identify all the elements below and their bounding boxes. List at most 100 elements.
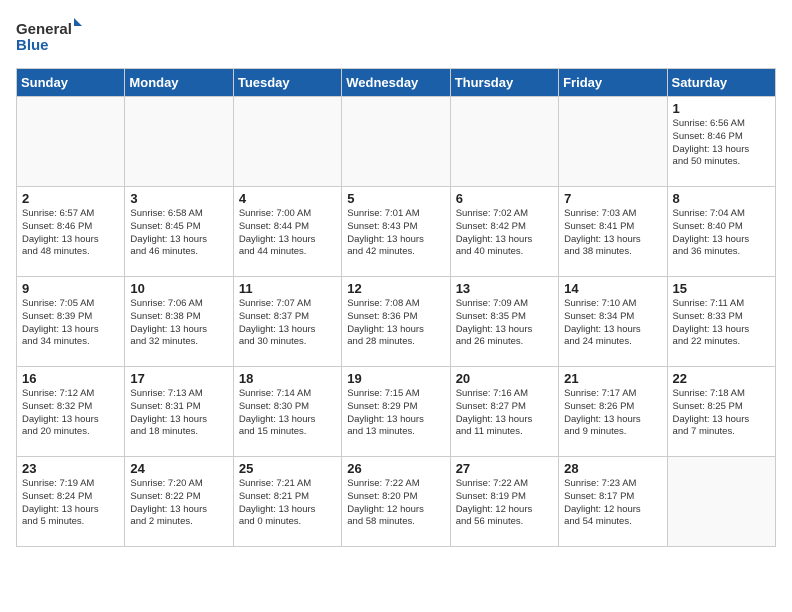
calendar-table: SundayMondayTuesdayWednesdayThursdayFrid… xyxy=(16,68,776,547)
cell-info: Sunrise: 6:58 AM Sunset: 8:45 PM Dayligh… xyxy=(130,208,227,259)
calendar-cell: 13 Sunrise: 7:09 AM Sunset: 8:35 PM Dayli… xyxy=(450,277,558,367)
day-number: 18 xyxy=(239,371,336,386)
calendar-cell: 20 Sunrise: 7:16 AM Sunset: 8:27 PM Dayli… xyxy=(450,367,558,457)
col-header-monday: Monday xyxy=(125,69,233,97)
calendar-cell xyxy=(450,97,558,187)
cell-info: Sunrise: 7:15 AM Sunset: 8:29 PM Dayligh… xyxy=(347,388,444,439)
cell-info: Sunrise: 7:20 AM Sunset: 8:22 PM Dayligh… xyxy=(130,478,227,529)
cell-info: Sunrise: 7:17 AM Sunset: 8:26 PM Dayligh… xyxy=(564,388,661,439)
day-number: 8 xyxy=(673,191,770,206)
col-header-saturday: Saturday xyxy=(667,69,775,97)
day-number: 25 xyxy=(239,461,336,476)
col-header-tuesday: Tuesday xyxy=(233,69,341,97)
cell-info: Sunrise: 7:03 AM Sunset: 8:41 PM Dayligh… xyxy=(564,208,661,259)
calendar-cell: 22 Sunrise: 7:18 AM Sunset: 8:25 PM Dayli… xyxy=(667,367,775,457)
calendar-cell: 7 Sunrise: 7:03 AM Sunset: 8:41 PM Daylig… xyxy=(559,187,667,277)
calendar-cell: 11Sunrise: 7:07 AM Sunset: 8:37 PM Dayli… xyxy=(233,277,341,367)
col-header-wednesday: Wednesday xyxy=(342,69,450,97)
cell-info: Sunrise: 7:18 AM Sunset: 8:25 PM Dayligh… xyxy=(673,388,770,439)
day-number: 23 xyxy=(22,461,119,476)
calendar-cell: 9 Sunrise: 7:05 AM Sunset: 8:39 PM Daylig… xyxy=(17,277,125,367)
calendar-cell: 18 Sunrise: 7:14 AM Sunset: 8:30 PM Dayli… xyxy=(233,367,341,457)
day-number: 4 xyxy=(239,191,336,206)
day-number: 2 xyxy=(22,191,119,206)
day-number: 13 xyxy=(456,281,553,296)
calendar-cell: 25 Sunrise: 7:21 AM Sunset: 8:21 PM Dayli… xyxy=(233,457,341,547)
calendar-cell: 10 Sunrise: 7:06 AM Sunset: 8:38 PM Dayli… xyxy=(125,277,233,367)
calendar-cell xyxy=(342,97,450,187)
cell-info: Sunrise: 7:11 AM Sunset: 8:33 PM Dayligh… xyxy=(673,298,770,349)
calendar-cell: 12 Sunrise: 7:08 AM Sunset: 8:36 PM Dayli… xyxy=(342,277,450,367)
calendar-cell xyxy=(559,97,667,187)
day-number: 3 xyxy=(130,191,227,206)
week-row-2: 2 Sunrise: 6:57 AM Sunset: 8:46 PM Daylig… xyxy=(17,187,776,277)
day-number: 26 xyxy=(347,461,444,476)
cell-info: Sunrise: 7:19 AM Sunset: 8:24 PM Dayligh… xyxy=(22,478,119,529)
calendar-cell: 5Sunrise: 7:01 AM Sunset: 8:43 PM Daylig… xyxy=(342,187,450,277)
calendar-cell xyxy=(233,97,341,187)
calendar-cell: 23 Sunrise: 7:19 AM Sunset: 8:24 PM Dayli… xyxy=(17,457,125,547)
calendar-cell: 24 Sunrise: 7:20 AM Sunset: 8:22 PM Dayli… xyxy=(125,457,233,547)
cell-info: Sunrise: 7:21 AM Sunset: 8:21 PM Dayligh… xyxy=(239,478,336,529)
col-header-sunday: Sunday xyxy=(17,69,125,97)
calendar-cell: 2 Sunrise: 6:57 AM Sunset: 8:46 PM Daylig… xyxy=(17,187,125,277)
calendar-cell xyxy=(17,97,125,187)
cell-info: Sunrise: 7:09 AM Sunset: 8:35 PM Dayligh… xyxy=(456,298,553,349)
day-number: 27 xyxy=(456,461,553,476)
day-number: 20 xyxy=(456,371,553,386)
day-number: 1 xyxy=(673,101,770,116)
calendar-cell: 8 Sunrise: 7:04 AM Sunset: 8:40 PM Daylig… xyxy=(667,187,775,277)
cell-info: Sunrise: 7:04 AM Sunset: 8:40 PM Dayligh… xyxy=(673,208,770,259)
logo-svg: General Blue xyxy=(16,16,86,60)
calendar-header-row: SundayMondayTuesdayWednesdayThursdayFrid… xyxy=(17,69,776,97)
calendar-cell: 17Sunrise: 7:13 AM Sunset: 8:31 PM Dayli… xyxy=(125,367,233,457)
logo: General Blue xyxy=(16,16,86,60)
cell-info: Sunrise: 7:12 AM Sunset: 8:32 PM Dayligh… xyxy=(22,388,119,439)
day-number: 24 xyxy=(130,461,227,476)
cell-info: Sunrise: 7:08 AM Sunset: 8:36 PM Dayligh… xyxy=(347,298,444,349)
calendar-cell: 15 Sunrise: 7:11 AM Sunset: 8:33 PM Dayli… xyxy=(667,277,775,367)
cell-info: Sunrise: 7:13 AM Sunset: 8:31 PM Dayligh… xyxy=(130,388,227,439)
week-row-5: 23 Sunrise: 7:19 AM Sunset: 8:24 PM Dayli… xyxy=(17,457,776,547)
day-number: 19 xyxy=(347,371,444,386)
calendar-cell: 28 Sunrise: 7:23 AM Sunset: 8:17 PM Dayli… xyxy=(559,457,667,547)
day-number: 15 xyxy=(673,281,770,296)
cell-info: Sunrise: 6:56 AM Sunset: 8:46 PM Dayligh… xyxy=(673,118,770,169)
calendar-cell xyxy=(125,97,233,187)
svg-text:Blue: Blue xyxy=(16,37,49,54)
day-number: 12 xyxy=(347,281,444,296)
day-number: 21 xyxy=(564,371,661,386)
cell-info: Sunrise: 7:22 AM Sunset: 8:19 PM Dayligh… xyxy=(456,478,553,529)
calendar-cell: 1 Sunrise: 6:56 AM Sunset: 8:46 PM Daylig… xyxy=(667,97,775,187)
cell-info: Sunrise: 7:14 AM Sunset: 8:30 PM Dayligh… xyxy=(239,388,336,439)
col-header-thursday: Thursday xyxy=(450,69,558,97)
cell-info: Sunrise: 7:00 AM Sunset: 8:44 PM Dayligh… xyxy=(239,208,336,259)
week-row-4: 16 Sunrise: 7:12 AM Sunset: 8:32 PM Dayli… xyxy=(17,367,776,457)
calendar-cell: 14 Sunrise: 7:10 AM Sunset: 8:34 PM Dayli… xyxy=(559,277,667,367)
cell-info: Sunrise: 7:06 AM Sunset: 8:38 PM Dayligh… xyxy=(130,298,227,349)
day-number: 10 xyxy=(130,281,227,296)
day-number: 28 xyxy=(564,461,661,476)
day-number: 9 xyxy=(22,281,119,296)
cell-info: Sunrise: 6:57 AM Sunset: 8:46 PM Dayligh… xyxy=(22,208,119,259)
calendar-cell: 4 Sunrise: 7:00 AM Sunset: 8:44 PM Daylig… xyxy=(233,187,341,277)
day-number: 7 xyxy=(564,191,661,206)
day-number: 14 xyxy=(564,281,661,296)
cell-info: Sunrise: 7:05 AM Sunset: 8:39 PM Dayligh… xyxy=(22,298,119,349)
calendar-cell: 6Sunrise: 7:02 AM Sunset: 8:42 PM Daylig… xyxy=(450,187,558,277)
cell-info: Sunrise: 7:16 AM Sunset: 8:27 PM Dayligh… xyxy=(456,388,553,439)
calendar-cell: 3 Sunrise: 6:58 AM Sunset: 8:45 PM Daylig… xyxy=(125,187,233,277)
calendar-cell: 21 Sunrise: 7:17 AM Sunset: 8:26 PM Dayli… xyxy=(559,367,667,457)
calendar-cell: 19 Sunrise: 7:15 AM Sunset: 8:29 PM Dayli… xyxy=(342,367,450,457)
cell-info: Sunrise: 7:10 AM Sunset: 8:34 PM Dayligh… xyxy=(564,298,661,349)
day-number: 22 xyxy=(673,371,770,386)
cell-info: Sunrise: 7:01 AM Sunset: 8:43 PM Dayligh… xyxy=(347,208,444,259)
cell-info: Sunrise: 7:23 AM Sunset: 8:17 PM Dayligh… xyxy=(564,478,661,529)
page-header: General Blue xyxy=(16,16,776,60)
svg-text:General: General xyxy=(16,21,72,38)
calendar-cell xyxy=(667,457,775,547)
day-number: 16 xyxy=(22,371,119,386)
day-number: 11 xyxy=(239,281,336,296)
calendar-cell: 16 Sunrise: 7:12 AM Sunset: 8:32 PM Dayli… xyxy=(17,367,125,457)
calendar-cell: 26Sunrise: 7:22 AM Sunset: 8:20 PM Dayli… xyxy=(342,457,450,547)
